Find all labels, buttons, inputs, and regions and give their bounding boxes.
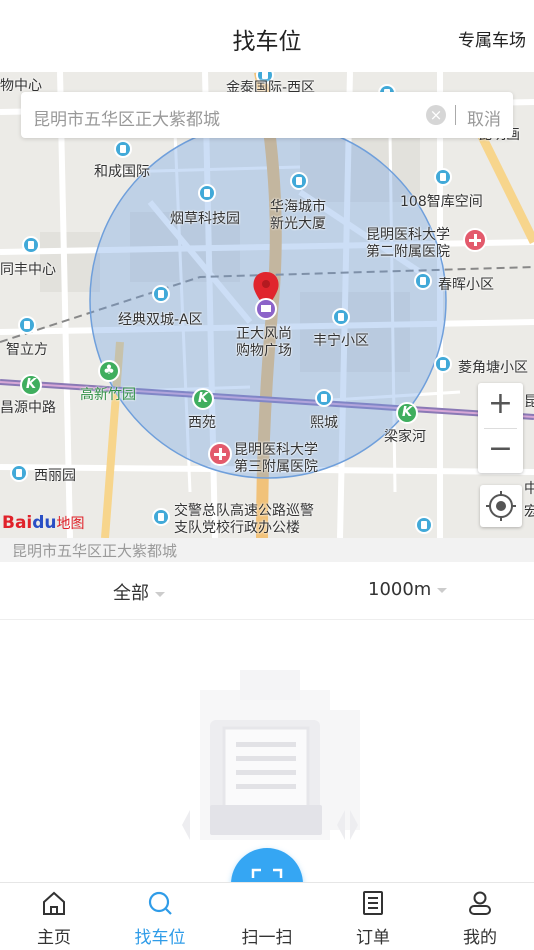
poi-label[interactable]: 昌源中路 [0, 400, 56, 416]
logo-du: du [32, 513, 57, 533]
bottom-tab-bar: 主页 找车位 扫一扫 订单 我的 [0, 882, 534, 950]
filter-row: 全部 1000m [0, 562, 534, 620]
search-bar[interactable]: 昆明市五华区正大紫都城 × 取消 [21, 92, 513, 138]
user-icon [469, 891, 491, 915]
tab-label: 主页 [37, 928, 71, 948]
search-icon [148, 891, 172, 915]
building-icon [22, 236, 40, 254]
page-title: 找车位 [232, 29, 302, 55]
poi-label[interactable]: 西苑 [188, 415, 216, 431]
building-icon [290, 172, 308, 190]
logo-map-word: 地图 [56, 516, 85, 532]
empty-building-icon [182, 670, 360, 840]
chevron-down-icon [437, 587, 448, 593]
building-icon [315, 389, 333, 407]
tab-find-parking[interactable]: 找车位 [120, 883, 200, 950]
poi-label[interactable]: 菱角塘小区 [458, 360, 528, 376]
distance-filter-label: 1000m [368, 579, 432, 600]
zoom-in-button[interactable]: + [478, 383, 523, 428]
metro-icon: K [192, 388, 214, 410]
tab-orders[interactable]: 订单 [333, 883, 413, 950]
clear-icon[interactable]: × [426, 105, 446, 125]
zoom-control: + − [478, 383, 523, 473]
poi-label[interactable]: 第三附属医院 [234, 459, 318, 475]
type-filter-dropdown[interactable]: 全部 [113, 579, 165, 605]
poi-label[interactable]: 昆明医科大学 [366, 227, 450, 243]
building-icon [10, 464, 28, 482]
building-icon [415, 516, 433, 534]
metro-icon: K [396, 402, 418, 424]
tab-label: 找车位 [134, 928, 186, 948]
poi-label[interactable]: 丰宁小区 [313, 333, 369, 349]
poi-label[interactable]: 智立方 [6, 342, 48, 358]
home-icon [43, 891, 65, 915]
tab-label: 我的 [463, 928, 497, 948]
current-location-bar: 昆明市五华区正大紫都城 [0, 538, 534, 562]
poi-label[interactable]: 新光大厦 [270, 216, 326, 232]
distance-filter-dropdown[interactable]: 1000m [368, 579, 448, 600]
building-icon [414, 272, 432, 290]
poi-label[interactable]: 108智库空间 [400, 194, 483, 210]
tab-scan[interactable]: 扫一扫 [227, 883, 307, 950]
empty-state-illustration [140, 660, 400, 854]
top-header: 找车位 专属车场 [0, 0, 534, 72]
hospital-icon [208, 442, 232, 466]
building-icon [152, 285, 170, 303]
park-icon: ♣ [98, 360, 120, 382]
tab-profile[interactable]: 我的 [440, 883, 520, 950]
logo-brand: Bai [2, 513, 33, 533]
building-icon [332, 308, 350, 326]
metro-icon: K [20, 374, 42, 396]
cancel-button[interactable]: 取消 [467, 105, 501, 130]
building-icon [198, 184, 216, 202]
poi-label[interactable]: 昆明医科大学 [234, 442, 318, 458]
building-icon [18, 316, 36, 334]
building-icon [434, 168, 452, 186]
poi-label[interactable]: 中 [524, 481, 534, 497]
poi-label[interactable]: 高新竹园 [80, 387, 136, 403]
building-icon [152, 508, 170, 526]
tab-label: 扫一扫 [241, 928, 293, 948]
poi-label[interactable]: 春晖小区 [438, 277, 494, 293]
building-icon [434, 355, 452, 373]
poi-label[interactable]: 宏 [524, 504, 534, 520]
tab-home[interactable]: 主页 [14, 883, 94, 950]
poi-label[interactable]: 正大风尚 [236, 326, 292, 342]
hospital-icon [463, 228, 487, 252]
search-input[interactable]: 昆明市五华区正大紫都城 [33, 105, 220, 130]
poi-label[interactable]: 购物广场 [236, 343, 292, 359]
locate-button[interactable] [480, 485, 522, 527]
poi-label[interactable]: 昆 [524, 394, 534, 410]
current-location-text: 昆明市五华区正大紫都城 [12, 542, 178, 560]
poi-label[interactable]: 同丰中心 [0, 262, 56, 278]
type-filter-label: 全部 [113, 583, 149, 604]
zoom-out-button[interactable]: − [478, 428, 523, 473]
poi-label[interactable]: 经典双城-A区 [118, 312, 203, 328]
search-divider [455, 105, 456, 125]
poi-label[interactable]: 华海城市 [270, 199, 326, 215]
poi-label[interactable]: 支队党校行政办公楼 [174, 520, 300, 536]
poi-label[interactable]: 烟草科技园 [170, 211, 240, 227]
poi-label[interactable]: 第二附属医院 [366, 244, 450, 260]
poi-label[interactable]: 西丽园 [34, 468, 76, 484]
poi-label[interactable]: 交警总队高速公路巡警 [174, 503, 314, 519]
chevron-down-icon [155, 591, 165, 597]
poi-label[interactable]: 梁家河 [384, 429, 426, 445]
tab-label: 订单 [356, 928, 390, 948]
order-icon [363, 891, 383, 915]
locate-icon [486, 491, 516, 521]
exclusive-parking-link[interactable]: 专属车场 [458, 26, 526, 51]
poi-label[interactable]: 熙城 [310, 415, 338, 431]
building-icon [114, 140, 132, 158]
map-view[interactable]: K K K ♣ 和成国际 烟草科技园 华海城市 新光大厦 108智库空间 昆明医… [0, 72, 534, 538]
baidu-map-logo: Baidu地图 [2, 513, 85, 533]
poi-label[interactable]: 和成国际 [94, 164, 150, 180]
